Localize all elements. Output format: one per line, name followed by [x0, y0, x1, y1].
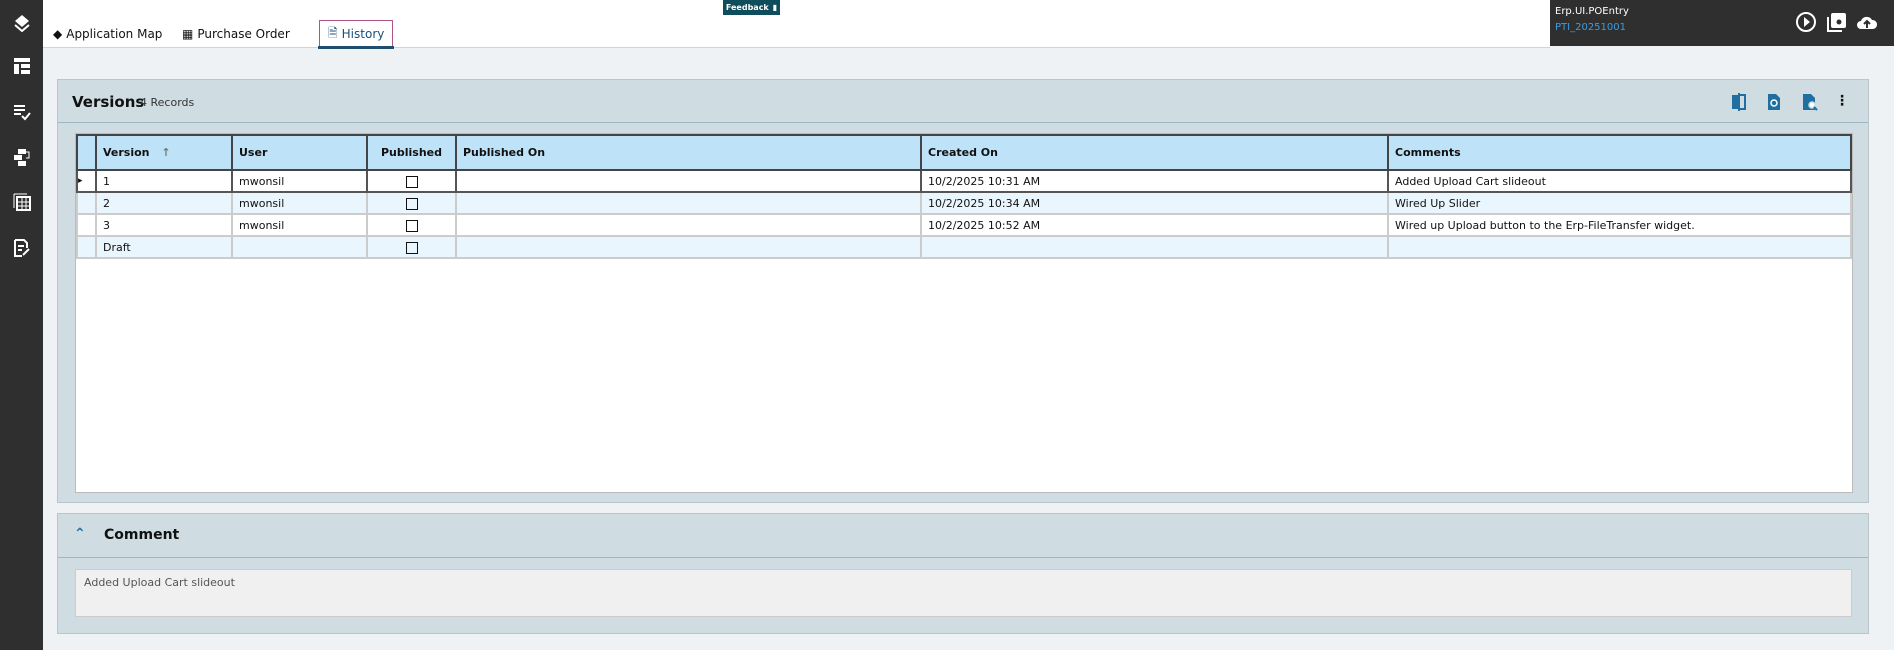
table-row[interactable]: 3 mwonsil 10/2/2025 10:52 AM Wired up Uploa…	[76, 213, 1852, 237]
comment-panel: ⌃ Comment Added Upload Cart slideout	[57, 513, 1869, 634]
layout-icon: ▦	[182, 26, 194, 41]
grid-icon[interactable]	[10, 190, 34, 214]
layers-icon[interactable]	[10, 11, 34, 35]
chevron-up-icon[interactable]: ⌃	[74, 526, 86, 542]
search-document-icon[interactable]	[1801, 93, 1819, 111]
app-info: Erp.UI.POEntry PTI_20251001	[1550, 0, 1894, 46]
cell-user[interactable]: mwonsil	[231, 191, 368, 215]
checklist-icon[interactable]	[10, 100, 34, 124]
edit-document-icon: 🗎	[328, 25, 338, 40]
save-icon[interactable]	[1826, 11, 1848, 33]
cell-published[interactable]	[366, 213, 457, 237]
versions-panel: Versions 4 Records ⋮ Version ↑ User Publ…	[57, 79, 1869, 503]
hierarchy-icon[interactable]	[10, 145, 34, 169]
tab-history[interactable]: 🗎 History	[317, 20, 395, 49]
versions-grid: Version ↑ User Published Published On Cr…	[75, 133, 1853, 493]
cell-published-on[interactable]	[455, 191, 922, 215]
cell-user[interactable]	[231, 235, 368, 259]
comment-textarea[interactable]: Added Upload Cart slideout	[75, 569, 1852, 617]
sidebar	[0, 0, 43, 650]
cell-comments[interactable]	[1387, 235, 1852, 259]
row-selector-header	[76, 134, 97, 171]
table-row[interactable]: 2 mwonsil 10/2/2025 10:34 AM Wired Up Slide…	[76, 191, 1852, 215]
cell-version[interactable]: 1	[95, 169, 233, 193]
column-header-user[interactable]: User	[231, 134, 368, 171]
top-tab-bar: ◆ Application Map ▦ Purchase Order 🗎 Histor…	[43, 0, 1550, 49]
more-options-icon[interactable]: ⋮	[1833, 93, 1851, 111]
cell-created-on[interactable]: 10/2/2025 10:31 AM	[920, 169, 1389, 193]
comment-title: Comment	[104, 527, 180, 543]
app-name: Erp.UI.POEntry	[1555, 6, 1629, 17]
cell-published-on[interactable]	[455, 213, 922, 237]
cell-user[interactable]: mwonsil	[231, 213, 368, 237]
compare-icon[interactable]	[1730, 93, 1748, 111]
cell-created-on[interactable]: 10/2/2025 10:34 AM	[920, 191, 1389, 215]
published-checkbox[interactable]	[405, 197, 418, 210]
published-checkbox[interactable]	[405, 219, 418, 232]
versions-header: Versions 4 Records ⋮	[58, 80, 1868, 123]
column-header-comments[interactable]: Comments	[1387, 134, 1852, 171]
column-header-published-on[interactable]: Published On	[455, 134, 922, 171]
cell-published[interactable]	[366, 191, 457, 215]
cell-version[interactable]: Draft	[95, 235, 233, 259]
cell-published-on[interactable]	[455, 169, 922, 193]
cell-user[interactable]: mwonsil	[231, 169, 368, 193]
cell-published-on[interactable]	[455, 235, 922, 259]
cell-published[interactable]	[366, 235, 457, 259]
column-header-created-on[interactable]: Created On	[920, 134, 1389, 171]
row-selector[interactable]	[76, 235, 97, 259]
feedback-button[interactable]: Feedback ▮	[723, 0, 780, 15]
cell-published[interactable]	[366, 169, 457, 193]
comment-header[interactable]: ⌃ Comment	[58, 514, 1868, 558]
layers-icon: ◆	[53, 26, 63, 41]
cell-created-on[interactable]	[920, 235, 1389, 259]
app-version: PTI_20251001	[1555, 22, 1626, 33]
tab-application-map[interactable]: ◆ Application Map	[53, 20, 162, 47]
cell-comments[interactable]: Added Upload Cart slideout	[1387, 169, 1852, 193]
row-selector[interactable]	[76, 213, 97, 237]
cell-comments[interactable]: Wired up Upload button to the Erp-FileTr…	[1387, 213, 1852, 237]
layout-icon[interactable]	[10, 54, 34, 78]
cloud-upload-icon[interactable]	[1856, 11, 1878, 33]
grid-header-row: Version ↑ User Published Published On Cr…	[76, 134, 1852, 171]
row-selector[interactable]	[76, 191, 97, 215]
column-header-version[interactable]: Version ↑	[95, 134, 233, 171]
versions-title: Versions	[72, 93, 145, 111]
record-count: 4 Records	[140, 96, 195, 109]
edit-document-icon[interactable]	[10, 236, 34, 260]
column-header-published[interactable]: Published	[366, 134, 457, 171]
cell-version[interactable]: 3	[95, 213, 233, 237]
row-selector[interactable]: ▸	[76, 169, 97, 193]
comment-icon: ▮	[772, 3, 778, 12]
play-icon[interactable]	[1795, 11, 1817, 33]
refresh-document-icon[interactable]	[1765, 93, 1783, 111]
cell-comments[interactable]: Wired Up Slider	[1387, 191, 1852, 215]
cell-version[interactable]: 2	[95, 191, 233, 215]
published-checkbox[interactable]	[405, 241, 418, 254]
table-row[interactable]: Draft	[76, 235, 1852, 259]
sort-ascending-icon: ↑	[161, 146, 171, 159]
cell-created-on[interactable]: 10/2/2025 10:52 AM	[920, 213, 1389, 237]
published-checkbox[interactable]	[405, 175, 418, 188]
table-row[interactable]: ▸ 1 mwonsil 10/2/2025 10:31 AM Added Upload …	[76, 169, 1852, 193]
tab-purchase-order[interactable]: ▦ Purchase Order	[182, 20, 290, 47]
